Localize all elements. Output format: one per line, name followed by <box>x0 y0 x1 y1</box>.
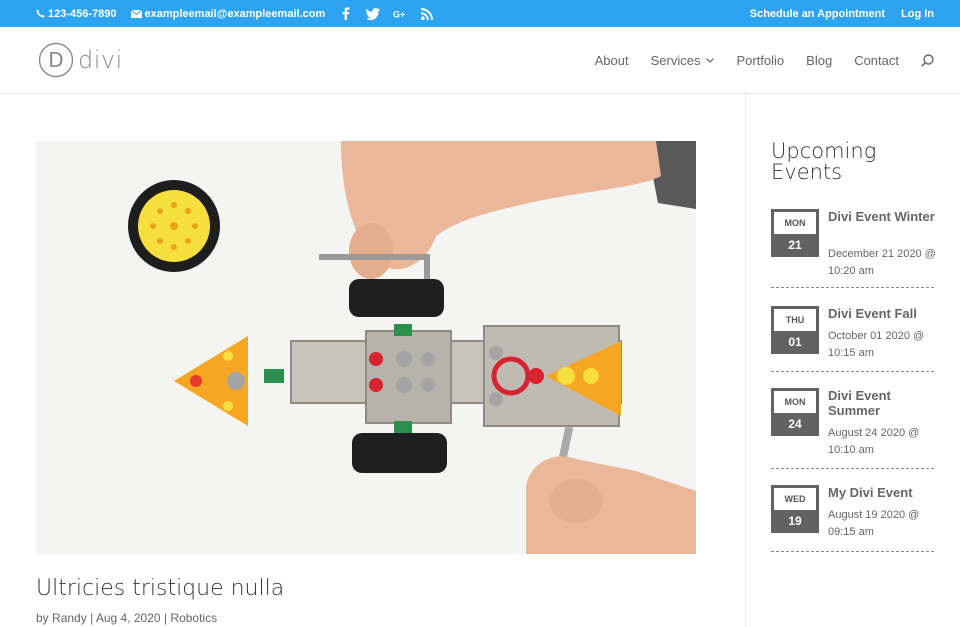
event-day-of-week: THU <box>774 309 816 331</box>
event-day: 01 <box>788 335 802 349</box>
main-nav: About Services Portfolio Blog Contact <box>595 27 934 93</box>
date-badge: THU 01 <box>771 306 819 354</box>
event-item[interactable]: MON 21 Divi Event Winter December 21 202… <box>771 209 936 288</box>
nav-label: Portfolio <box>736 52 785 68</box>
meta-by: by <box>36 611 49 625</box>
event-day: 21 <box>788 238 802 252</box>
event-day: 24 <box>788 417 802 431</box>
event-day-of-week: MON <box>774 212 816 234</box>
post-meta: by Randy | Aug 4, 2020 | Robotics <box>36 611 217 625</box>
envelope-icon <box>130 9 142 18</box>
post-title[interactable]: Ultricies tristique nulla <box>36 576 284 601</box>
svg-text:G+: G+ <box>393 9 405 19</box>
main-content: Ultricies tristique nulla by Randy | Aug… <box>0 94 745 627</box>
logo-circle-icon: D <box>38 42 74 78</box>
email-contact[interactable]: exampleemail@exampleemail.com <box>130 7 326 20</box>
post-author-link[interactable]: Randy <box>52 611 87 625</box>
widget-title: Upcoming Events <box>771 139 877 184</box>
event-title[interactable]: Divi Event Summer <box>828 388 936 418</box>
post-date: Aug 4, 2020 <box>95 611 161 625</box>
date-badge: MON 24 <box>771 388 819 436</box>
site-logo[interactable]: D divi <box>38 42 123 78</box>
social-icons: G+ <box>339 7 447 21</box>
phone-number: 123-456-7890 <box>48 7 117 20</box>
event-item[interactable]: WED 19 My Divi Event August 19 2020 @ 09… <box>771 485 934 552</box>
event-title[interactable]: My Divi Event <box>828 485 936 500</box>
google-plus-icon[interactable]: G+ <box>393 7 407 21</box>
login-link[interactable]: Log In <box>901 8 934 20</box>
nav-item-contact[interactable]: Contact <box>854 53 899 68</box>
sidebar: Upcoming Events MON 21 Divi Event Winter… <box>771 94 936 627</box>
event-date: August 24 2020 @ 10:10 am <box>828 427 920 456</box>
nav-item-services[interactable]: Services <box>651 53 715 68</box>
twitter-icon[interactable] <box>366 7 381 21</box>
logo-text: divi <box>78 46 123 74</box>
event-date: December 21 2020 @ 10:20 am <box>828 248 936 277</box>
post-category-link[interactable]: Robotics <box>170 611 217 625</box>
nav-label: Contact <box>854 52 899 68</box>
date-badge: MON 21 <box>771 209 819 257</box>
top-bar: 123-456-7890 exampleemail@exampleemail.c… <box>0 0 960 27</box>
search-button[interactable] <box>921 53 934 67</box>
event-day: 19 <box>788 514 802 528</box>
date-badge: WED 19 <box>771 485 819 533</box>
nav-label: Services <box>650 52 701 68</box>
event-title[interactable]: Divi Event Winter <box>828 209 936 224</box>
facebook-icon[interactable] <box>339 7 353 21</box>
chevron-down-icon <box>706 57 715 63</box>
sidebar-divider <box>745 94 746 627</box>
event-item[interactable]: THU 01 Divi Event Fall October 01 2020 @… <box>771 306 934 372</box>
event-day-of-week: MON <box>774 391 816 413</box>
event-title[interactable]: Divi Event Fall <box>828 306 936 321</box>
nav-item-blog[interactable]: Blog <box>806 53 832 68</box>
site-header: D divi About Services Portfolio Blog Con… <box>0 27 960 94</box>
post-featured-image[interactable] <box>36 141 696 554</box>
svg-text:D: D <box>48 48 63 72</box>
nav-item-portfolio[interactable]: Portfolio <box>736 53 784 68</box>
email-address: exampleemail@exampleemail.com <box>144 7 326 20</box>
rss-icon[interactable] <box>420 7 434 21</box>
meta-separator: | <box>90 611 94 625</box>
schedule-appointment-link[interactable]: Schedule an Appointment <box>750 8 885 20</box>
meta-separator: | <box>163 611 168 625</box>
event-day-of-week: WED <box>774 488 816 510</box>
nav-label: About <box>594 52 629 68</box>
event-date: October 01 2020 @ 10:15 am <box>828 330 925 359</box>
robotics-kit-illustration <box>36 141 696 554</box>
event-date: August 19 2020 @ 09:15 am <box>828 509 920 538</box>
phone-contact[interactable]: 123-456-7890 <box>36 8 117 20</box>
event-item[interactable]: MON 24 Divi Event Summer August 24 2020 … <box>771 388 934 469</box>
nav-item-about[interactable]: About <box>595 53 629 68</box>
nav-label: Blog <box>806 52 833 68</box>
phone-icon <box>36 9 45 18</box>
search-icon <box>921 53 934 67</box>
